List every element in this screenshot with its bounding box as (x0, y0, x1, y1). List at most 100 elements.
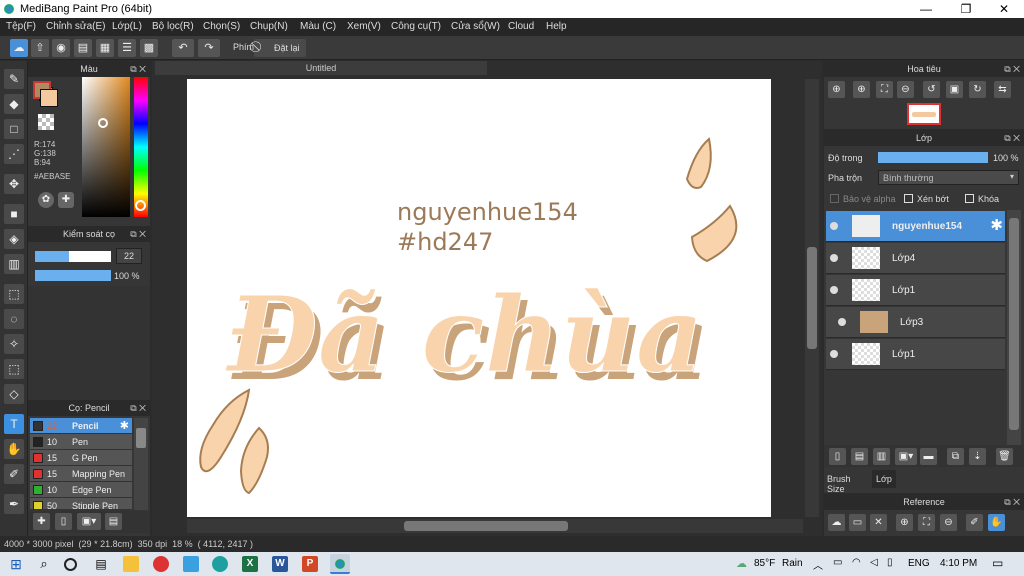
hand-icon[interactable]: ✋ (988, 514, 1005, 531)
panel-controls-icon[interactable]: ⧉ ✕ (130, 226, 146, 242)
panel-controls-icon[interactable]: ⧉ ✕ (130, 61, 146, 77)
menu-filter[interactable]: Bộ lọc(R) (152, 21, 194, 32)
layer-row[interactable]: Lớp4 (826, 243, 1005, 274)
layer-list-scrollbar[interactable] (1007, 210, 1021, 446)
chevron-up-icon[interactable]: ︿ (813, 557, 823, 572)
grid-icon[interactable]: ▩ (140, 39, 158, 57)
new-8bit-layer-icon[interactable]: ▥ (873, 448, 890, 465)
hue-slider[interactable] (134, 77, 148, 217)
menu-layer[interactable]: Lớp(L) (112, 21, 142, 32)
panel-controls-icon[interactable]: ⧉ ✕ (1004, 130, 1020, 146)
tab-brush-size[interactable]: Brush Size (824, 470, 870, 494)
dot-tool-icon[interactable]: ⋰ (4, 144, 24, 164)
brush-list-scrollbar[interactable] (134, 418, 148, 510)
layer-row[interactable]: Lớp1 (826, 339, 1005, 370)
palette-icon[interactable]: ✿ (38, 192, 54, 208)
merge-layer-icon[interactable]: ⇣ (969, 448, 986, 465)
pen-tool-icon[interactable]: ✒ (4, 494, 24, 514)
protect-alpha-checkbox[interactable] (830, 194, 839, 203)
gear-icon[interactable]: ✱ (120, 419, 129, 432)
rotate-left-icon[interactable]: ↺ (923, 81, 940, 98)
brush-item[interactable]: 22 Pencil ✱ (30, 418, 132, 434)
gear-icon[interactable]: ✱ (990, 216, 1003, 234)
notification-icon[interactable]: ▭ (992, 556, 1003, 570)
app-red-icon[interactable] (153, 556, 169, 572)
select-tool-icon[interactable]: ⬚ (4, 284, 24, 304)
medibang-taskbar-icon[interactable] (330, 554, 350, 574)
layer-row[interactable]: nguyenhue154 ✱ (826, 211, 1005, 242)
zoom-in-icon[interactable]: ⊕ (896, 514, 913, 531)
monitor-icon[interactable] (183, 556, 199, 572)
hand-tool-icon[interactable]: ✋ (4, 439, 24, 459)
close-button[interactable]: ✕ (984, 0, 1024, 18)
menu-edit[interactable]: Chỉnh sửa(E) (46, 21, 106, 32)
fit-window-icon[interactable]: ⛶ (918, 514, 935, 531)
select-pen-icon[interactable]: ⬚ (4, 359, 24, 379)
new-brush-icon[interactable]: ▯ (55, 513, 72, 530)
layer-row[interactable]: Lớp3 (826, 307, 1005, 338)
brush-item[interactable]: 15 G Pen (30, 450, 132, 466)
menu-window[interactable]: Cửa sổ(W) (451, 21, 500, 32)
wifi-icon[interactable]: ◠ (852, 557, 861, 568)
chat-icon[interactable]: ▤ (74, 39, 92, 57)
menu-select[interactable]: Chọn(S) (203, 21, 240, 32)
menu-help[interactable]: Help (546, 21, 567, 32)
layer-opacity-slider[interactable] (878, 152, 988, 163)
new-layer-icon[interactable]: ▯ (829, 448, 846, 465)
undo-icon[interactable]: ↶ (172, 39, 194, 57)
language-indicator[interactable]: ENG (908, 558, 930, 569)
menu-capture[interactable]: Chụp(N) (250, 21, 288, 32)
windows-start-icon[interactable]: ⊞ (8, 556, 24, 572)
eyedropper-icon[interactable]: ✐ (966, 514, 983, 531)
menu-color[interactable]: Màu (C) (300, 21, 336, 32)
reset-button[interactable]: ⃠ Đặt lại (254, 39, 306, 57)
vertical-scrollbar[interactable] (805, 79, 819, 517)
cloud-icon[interactable]: ☁ (10, 39, 28, 57)
add-brush-icon[interactable]: ✚ (33, 513, 50, 530)
redo-icon[interactable]: ↷ (198, 39, 220, 57)
brush-tool-icon[interactable]: ✎ (4, 69, 24, 89)
maximize-button[interactable]: ❐ (946, 0, 986, 18)
eyedropper-icon[interactable]: ✐ (4, 464, 24, 484)
fit-window-icon[interactable]: ⛶ (876, 81, 893, 98)
select-eraser-icon[interactable]: ◇ (4, 384, 24, 404)
eraser-tool-icon[interactable]: ◆ (4, 94, 24, 114)
comment-icon[interactable]: ◉ (52, 39, 70, 57)
brush-item[interactable]: 10 Edge Pen (30, 482, 132, 498)
search-icon[interactable]: ⌕ (36, 556, 52, 572)
color-picker-cursor[interactable] (98, 118, 108, 128)
battery-icon[interactable]: ▯ (887, 557, 893, 568)
document-tab[interactable]: Untitled (155, 61, 487, 75)
upload-icon[interactable]: ⇧ (31, 39, 49, 57)
volume-icon[interactable]: ◁ (870, 557, 878, 568)
zoom-fit-icon[interactable]: ⊕ (828, 81, 845, 98)
new-halftone-layer-icon[interactable]: ▤ (851, 448, 868, 465)
eye-icon[interactable] (830, 350, 838, 358)
powerpoint-icon[interactable]: P (302, 556, 318, 572)
minimize-button[interactable]: — (906, 0, 946, 18)
brush-item[interactable]: 15 Mapping Pen (30, 466, 132, 482)
tab-layer[interactable]: Lớp (872, 470, 896, 488)
brush-item[interactable]: 10 Pen (30, 434, 132, 450)
magic-wand-icon[interactable]: ✧ (4, 334, 24, 354)
cloud-upload-icon[interactable]: ☁ (828, 514, 845, 531)
brush-settings-icon[interactable]: ▤ (105, 513, 122, 530)
panel-controls-icon[interactable]: ⧉ ✕ (130, 400, 146, 416)
eye-icon[interactable] (830, 254, 838, 262)
widgets-icon[interactable]: ▤ (93, 556, 109, 572)
menu-view[interactable]: Xem(V) (347, 21, 381, 32)
saturation-value-picker[interactable] (82, 77, 130, 217)
page-icon[interactable]: ▦ (96, 39, 114, 57)
rotate-right-icon[interactable]: ↻ (969, 81, 986, 98)
menu-tools[interactable]: Công cụ(T) (391, 21, 441, 32)
panel-controls-icon[interactable]: ⧉ ✕ (1004, 61, 1020, 77)
blend-mode-select[interactable]: Bình thường ▾ (878, 170, 1019, 185)
navigator-thumbnail[interactable] (907, 103, 941, 125)
fill-rect-tool-icon[interactable]: ■ (4, 204, 24, 224)
eye-icon[interactable] (830, 286, 838, 294)
rectangle-tool-icon[interactable]: □ (4, 119, 24, 139)
menu-file[interactable]: Tệp(F) (6, 21, 36, 32)
close-icon[interactable]: ✕ (870, 514, 887, 531)
bucket-tool-icon[interactable]: ◈ (4, 229, 24, 249)
layer-row[interactable]: Lớp1 (826, 275, 1005, 306)
